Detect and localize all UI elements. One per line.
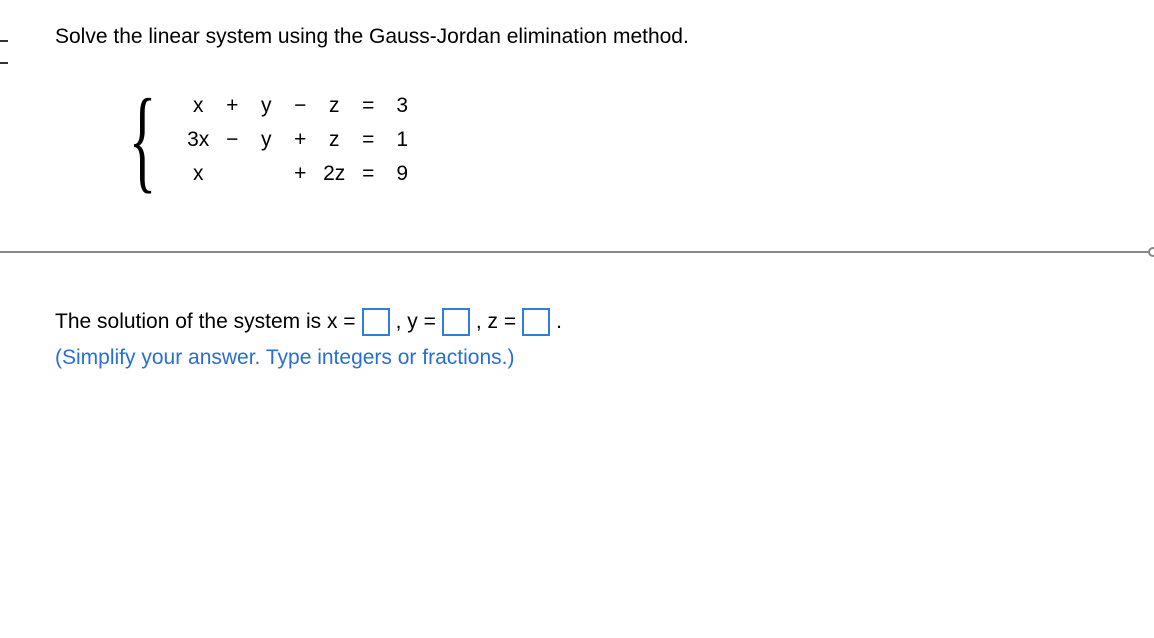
answer-period: . (556, 310, 562, 334)
problem-statement: Solve the linear system using the Gauss-… (55, 25, 1154, 49)
eq-term: y (252, 94, 280, 118)
eq-equals: = (354, 162, 382, 186)
eq-term: x (184, 94, 212, 118)
equations-table: x + y − z = 3 3x − y + z = 1 x + (178, 84, 422, 196)
content-area: Solve the linear system using the Gauss-… (0, 25, 1154, 196)
answer-area: The solution of the system is x = , y = … (0, 308, 1154, 370)
eq-equals: = (354, 128, 382, 152)
eq-term (252, 162, 280, 186)
linear-system: { x + y − z = 3 3x − y + z = 1 x (115, 84, 1154, 196)
equation-row: x + 2z = 9 (184, 162, 416, 186)
answer-line: The solution of the system is x = , y = … (55, 308, 1154, 336)
eq-rhs: 1 (388, 128, 416, 152)
section-divider (0, 251, 1154, 253)
eq-rhs: 3 (388, 94, 416, 118)
equation-row: 3x − y + z = 1 (184, 128, 416, 152)
question-marker (0, 40, 8, 64)
eq-term: z (320, 94, 348, 118)
z-input[interactable] (522, 308, 550, 336)
eq-rhs: 9 (388, 162, 416, 186)
answer-sep-z: , z = (476, 310, 516, 334)
eq-op: − (218, 128, 246, 152)
eq-term: z (320, 128, 348, 152)
eq-op: − (286, 94, 314, 118)
eq-op: + (286, 162, 314, 186)
eq-term: y (252, 128, 280, 152)
y-input[interactable] (442, 308, 470, 336)
answer-prefix: The solution of the system is x = (55, 310, 356, 334)
answer-instruction: (Simplify your answer. Type integers or … (55, 346, 1154, 370)
equation-row: x + y − z = 3 (184, 94, 416, 118)
eq-op (218, 162, 246, 186)
eq-term: 3x (184, 128, 212, 152)
eq-term: x (184, 162, 212, 186)
eq-equals: = (354, 94, 382, 118)
x-input[interactable] (362, 308, 390, 336)
brace-icon: { (129, 94, 157, 186)
answer-sep-y: , y = (396, 310, 436, 334)
eq-op: + (286, 128, 314, 152)
eq-op: + (218, 94, 246, 118)
eq-term: 2z (320, 162, 348, 186)
